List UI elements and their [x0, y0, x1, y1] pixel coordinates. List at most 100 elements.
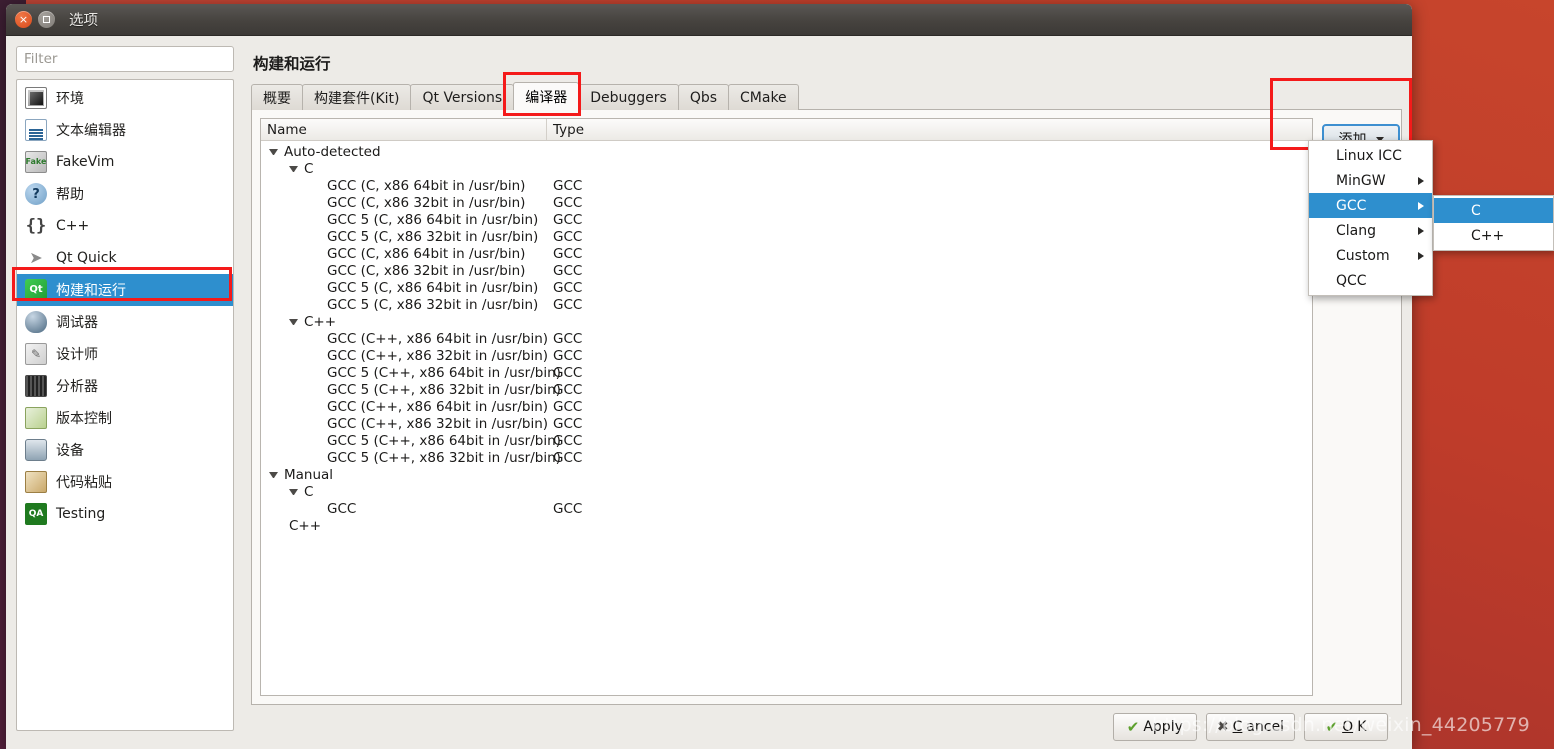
table-cell-name-text: GCC (C, x86 64bit in /usr/bin) [327, 246, 525, 262]
fakevim-icon: Fake [25, 151, 47, 173]
tab-kits[interactable]: 构建套件(Kit) [302, 84, 411, 110]
column-header-name[interactable]: Name [261, 119, 547, 140]
table-row[interactable]: C++ [261, 313, 1312, 330]
sidebar-item-analyzer[interactable]: 分析器 [17, 370, 233, 402]
table-cell-name-text: GCC (C++, x86 64bit in /usr/bin) [327, 399, 548, 415]
menu-item-qcc[interactable]: QCC [1309, 268, 1432, 293]
expander-triangle-icon[interactable] [289, 319, 298, 325]
table-row[interactable]: GCC 5 (C++, x86 64bit in /usr/bin)GCC [261, 364, 1312, 381]
table-row[interactable]: C [261, 483, 1312, 500]
table-cell-type: GCC [547, 280, 1312, 296]
table-row[interactable]: GCC 5 (C, x86 64bit in /usr/bin)GCC [261, 211, 1312, 228]
table-row[interactable]: GCC 5 (C++, x86 32bit in /usr/bin)GCC [261, 449, 1312, 466]
table-row[interactable]: Manual [261, 466, 1312, 483]
table-cell-name-text: GCC (C++, x86 32bit in /usr/bin) [327, 416, 548, 432]
tab-qt-versions[interactable]: Qt Versions [410, 84, 514, 110]
sidebar-item-text-editor[interactable]: 文本编辑器 [17, 114, 233, 146]
table-row[interactable]: Auto-detected [261, 143, 1312, 160]
expander-triangle-icon[interactable] [269, 472, 278, 478]
sidebar-item-cpp[interactable]: {} C++ [17, 210, 233, 242]
version-control-icon [25, 407, 47, 429]
tab-qbs[interactable]: Qbs [678, 84, 729, 110]
maximize-icon[interactable] [38, 11, 55, 28]
table-cell-name: Auto-detected [261, 144, 547, 160]
sidebar-item-build-and-run[interactable]: Qt 构建和运行 [17, 274, 233, 306]
options-dialog-window: × 选项 环境 文本编辑器 Fake FakeVim [6, 4, 1412, 749]
sidebar-item-devices[interactable]: 设备 [17, 434, 233, 466]
menu-item-clang[interactable]: Clang [1309, 218, 1432, 243]
tab-compilers[interactable]: 编译器 [513, 82, 579, 110]
menu-item-mingw[interactable]: MinGW [1309, 168, 1432, 193]
sidebar-item-designer[interactable]: ✎ 设计师 [17, 338, 233, 370]
table-cell-name: GCC (C++, x86 32bit in /usr/bin) [261, 348, 547, 364]
filter-input[interactable] [16, 46, 234, 72]
sidebar-item-help[interactable]: ? 帮助 [17, 178, 233, 210]
table-cell-name: GCC (C, x86 64bit in /usr/bin) [261, 246, 547, 262]
table-cell-name-text: GCC (C++, x86 32bit in /usr/bin) [327, 348, 548, 364]
tab-bar: 概要 构建套件(Kit) Qt Versions 编译器 Debuggers Q… [251, 82, 1402, 110]
tree-rows: Auto-detectedCGCC (C, x86 64bit in /usr/… [261, 141, 1312, 534]
sidebar-item-qt-quick[interactable]: ➤ Qt Quick [17, 242, 233, 274]
table-cell-name: GCC 5 (C, x86 64bit in /usr/bin) [261, 280, 547, 296]
table-row[interactable]: GCC 5 (C, x86 32bit in /usr/bin)GCC [261, 296, 1312, 313]
table-cell-name-text: C [304, 484, 313, 500]
table-row[interactable]: GCC 5 (C++, x86 32bit in /usr/bin)GCC [261, 381, 1312, 398]
sidebar-item-label: 帮助 [56, 184, 84, 204]
sidebar-item-code-paste[interactable]: 代码粘贴 [17, 466, 233, 498]
table-row[interactable]: GCCGCC [261, 500, 1312, 517]
table-row[interactable]: GCC (C++, x86 64bit in /usr/bin)GCC [261, 398, 1312, 415]
sidebar-item-fakevim[interactable]: Fake FakeVim [17, 146, 233, 178]
table-cell-name-text: GCC 5 (C, x86 64bit in /usr/bin) [327, 280, 538, 296]
sidebar-item-version-control[interactable]: 版本控制 [17, 402, 233, 434]
table-cell-type: GCC [547, 331, 1312, 347]
compilers-tree[interactable]: Name Type Auto-detectedCGCC (C, x86 64bi… [260, 118, 1313, 696]
table-row[interactable]: GCC (C, x86 32bit in /usr/bin)GCC [261, 262, 1312, 279]
sidebar-item-debugger[interactable]: 调试器 [17, 306, 233, 338]
table-cell-name: C++ [261, 314, 547, 330]
table-row[interactable]: GCC (C, x86 32bit in /usr/bin)GCC [261, 194, 1312, 211]
sidebar-item-label: 代码粘贴 [56, 472, 112, 492]
table-cell-name-text: Auto-detected [284, 144, 381, 160]
column-header-type[interactable]: Type [547, 119, 1312, 140]
table-row[interactable]: C++ [261, 517, 1312, 534]
sidebar-item-label: 构建和运行 [56, 280, 126, 300]
table-row[interactable]: GCC 5 (C, x86 64bit in /usr/bin) GCC [261, 279, 1312, 296]
analyzer-icon [25, 375, 47, 397]
menu-item-gcc[interactable]: GCC [1309, 193, 1432, 218]
table-row[interactable]: GCC 5 (C++, x86 64bit in /usr/bin)GCC [261, 432, 1312, 449]
table-row[interactable]: GCC 5 (C, x86 32bit in /usr/bin)GCC [261, 228, 1312, 245]
table-row[interactable]: GCC (C, x86 64bit in /usr/bin)GCC [261, 245, 1312, 262]
expander-triangle-icon[interactable] [269, 149, 278, 155]
page-title: 构建和运行 [253, 52, 1402, 74]
table-cell-name-text: GCC 5 (C++, x86 32bit in /usr/bin) [327, 450, 561, 466]
watermark: https://blog.csdn.net/weixin_44205779 [1152, 714, 1530, 736]
submenu-item-c[interactable]: C [1434, 198, 1553, 223]
table-cell-name-text: GCC (C, x86 32bit in /usr/bin) [327, 263, 525, 279]
testing-icon: QA [25, 503, 47, 525]
qt-quick-icon: ➤ [25, 247, 47, 269]
expander-triangle-icon[interactable] [289, 489, 298, 495]
sidebar-item-environment[interactable]: 环境 [17, 82, 233, 114]
submenu-item-cpp[interactable]: C++ [1434, 223, 1553, 248]
table-cell-name: GCC 5 (C++, x86 32bit in /usr/bin) [261, 382, 547, 398]
menu-item-linux-icc[interactable]: Linux ICC [1309, 143, 1432, 168]
tab-cmake[interactable]: CMake [728, 84, 799, 110]
tab-debuggers[interactable]: Debuggers [578, 84, 679, 110]
menu-item-custom[interactable]: Custom [1309, 243, 1432, 268]
table-row[interactable]: GCC (C++, x86 32bit in /usr/bin)GCC [261, 415, 1312, 432]
table-cell-type: GCC [547, 450, 1312, 466]
category-list[interactable]: 环境 文本编辑器 Fake FakeVim ? 帮助 {} C++ [16, 79, 234, 731]
add-compiler-menu[interactable]: Linux ICC MinGW GCC Clang Custom QCC [1308, 140, 1433, 296]
tab-overview[interactable]: 概要 [251, 84, 303, 110]
table-cell-name: GCC 5 (C, x86 32bit in /usr/bin) [261, 229, 547, 245]
table-row[interactable]: GCC (C, x86 64bit in /usr/bin)GCC [261, 177, 1312, 194]
gcc-submenu[interactable]: C C++ [1433, 195, 1554, 251]
table-cell-type: GCC [547, 433, 1312, 449]
table-row[interactable]: C [261, 160, 1312, 177]
table-row[interactable]: GCC (C++, x86 32bit in /usr/bin)GCC [261, 347, 1312, 364]
code-paste-icon [25, 471, 47, 493]
expander-triangle-icon[interactable] [289, 166, 298, 172]
table-row[interactable]: GCC (C++, x86 64bit in /usr/bin)GCC [261, 330, 1312, 347]
close-icon[interactable]: × [15, 11, 32, 28]
sidebar-item-testing[interactable]: QA Testing [17, 498, 233, 530]
